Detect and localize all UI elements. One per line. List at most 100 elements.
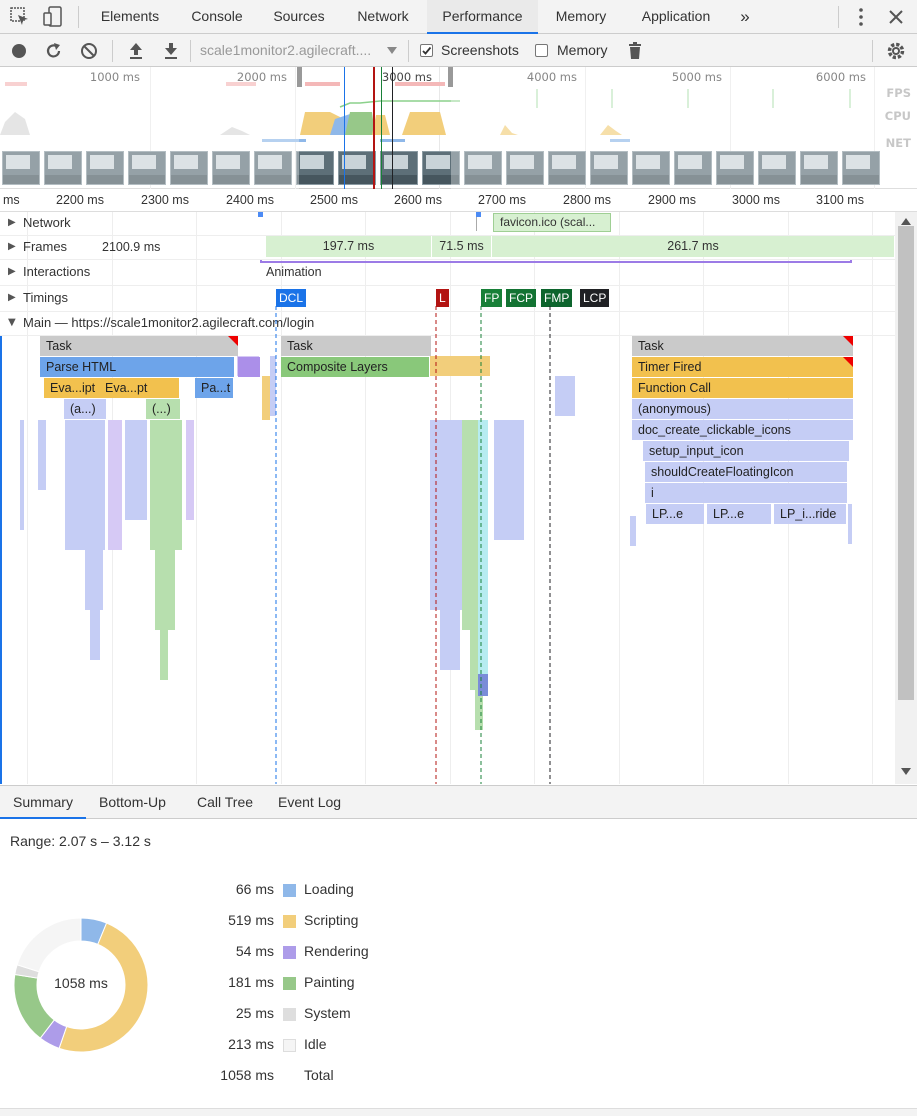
legend-value: 54 ms <box>235 943 274 959</box>
expand-triangle-icon[interactable]: ▶ <box>8 266 16 277</box>
tab-console[interactable]: Console <box>180 0 254 34</box>
legend-category: Painting <box>304 974 355 990</box>
device-toolbar-icon[interactable] <box>43 6 63 28</box>
ruler-tick: 3000 ms <box>732 193 780 207</box>
overview-dim-left <box>0 67 299 189</box>
frame-box[interactable]: 197.7 ms <box>265 236 431 257</box>
selection-handle-left[interactable] <box>297 67 302 87</box>
ruler-tick: 2400 ms <box>226 193 274 207</box>
network-track[interactable]: ▶ Network favicon.ico (scal... <box>0 212 895 236</box>
scrollbar-thumb[interactable] <box>898 226 914 700</box>
legend-swatch <box>283 977 296 990</box>
ruler-tick: 2800 ms <box>563 193 611 207</box>
more-tabs-button[interactable]: » <box>732 0 758 34</box>
details-tab-bar: Summary Bottom-Up Call Tree Event Log <box>0 785 917 819</box>
tab-call-tree[interactable]: Call Tree <box>197 786 253 819</box>
tab-elements[interactable]: Elements <box>89 0 171 34</box>
ruler-tick: 2300 ms <box>141 193 189 207</box>
timing-marker-fp[interactable]: FP <box>481 289 503 307</box>
tab-sources[interactable]: Sources <box>263 0 335 34</box>
devtools-tab-bar: Elements Console Sources Network Perform… <box>0 0 917 34</box>
ruler-tick: 3100 ms <box>816 193 864 207</box>
legend-swatch <box>283 884 296 897</box>
frames-track[interactable]: ▶ Frames 2100.9 ms 197.7 ms 71.5 ms 261.… <box>0 236 895 260</box>
ruler-tick: ms <box>3 193 20 207</box>
ruler-tick: 2200 ms <box>56 193 104 207</box>
screenshots-checkbox[interactable] <box>420 44 433 57</box>
scroll-down-arrow-icon[interactable] <box>901 768 911 776</box>
ruler-tick: 2900 ms <box>648 193 696 207</box>
timings-track-label: Timings <box>23 290 69 305</box>
clear-icon[interactable] <box>80 42 98 60</box>
expand-triangle-icon[interactable]: ▶ <box>8 217 16 228</box>
tab-performance[interactable]: Performance <box>427 0 538 34</box>
network-track-label: Network <box>23 215 71 230</box>
kebab-menu-icon[interactable] <box>853 7 869 27</box>
devtools-window: Elements Console Sources Network Perform… <box>0 0 917 1116</box>
legend-category: Idle <box>304 1036 327 1052</box>
timing-marker-lines <box>275 306 551 784</box>
chevron-down-icon[interactable] <box>387 47 397 55</box>
reload-icon[interactable] <box>45 42 63 60</box>
expand-triangle-icon[interactable]: ▶ <box>8 292 16 303</box>
download-icon[interactable] <box>163 42 179 60</box>
legend-value: 519 ms <box>228 912 274 928</box>
legend-swatch <box>283 1008 296 1021</box>
range-label: Range: 2.07 s – 3.12 s <box>10 833 151 849</box>
gear-icon[interactable] <box>886 41 906 61</box>
toolbar-divider <box>190 40 191 62</box>
overview-dim-right <box>451 67 917 189</box>
tab-bottom-up[interactable]: Bottom-Up <box>99 786 166 819</box>
tab-summary[interactable]: Summary <box>0 786 86 819</box>
frame-duration: 2100.9 ms <box>102 240 161 254</box>
performance-toolbar: scale1monitor2.agilecraft.... Screenshot… <box>0 34 917 67</box>
expand-triangle-icon[interactable]: ▶ <box>8 241 16 252</box>
frame-box[interactable]: 261.7 ms <box>491 236 894 257</box>
scroll-up-arrow-icon[interactable] <box>901 218 911 226</box>
close-icon[interactable] <box>887 8 905 26</box>
timing-marker-l[interactable]: L <box>436 289 449 307</box>
inspect-element-icon[interactable] <box>10 7 30 27</box>
timeline-overview[interactable]: 1000 ms 2000 ms 3000 ms 4000 ms 5000 ms … <box>0 67 917 189</box>
tab-memory[interactable]: Memory <box>544 0 618 34</box>
timing-marker-lcp[interactable]: LCP <box>580 289 610 307</box>
legend-category: Loading <box>304 881 354 897</box>
checkmark-icon <box>422 46 432 55</box>
donut-total: 1058 ms <box>54 975 108 991</box>
animation-interaction[interactable]: Animation <box>266 265 322 279</box>
summary-legend-row: 25 ms System <box>180 1005 480 1025</box>
trash-icon[interactable] <box>627 41 643 61</box>
frames-track-label: Frames <box>23 239 68 254</box>
legend-swatch <box>283 946 296 959</box>
profile-select[interactable]: scale1monitor2.agilecraft.... <box>200 34 371 67</box>
timing-marker-fcp[interactable]: FCP <box>506 289 536 307</box>
ruler-tick: 2600 ms <box>394 193 442 207</box>
donut-slice-idle <box>16 917 82 973</box>
timing-marker-fmp[interactable]: FMP <box>541 289 573 307</box>
flame-chart-scrollbar[interactable] <box>895 212 917 784</box>
legend-value: 25 ms <box>235 1005 274 1021</box>
summary-legend-row: 66 ms Loading <box>180 881 480 901</box>
timing-marker-dcl[interactable]: DCL <box>276 289 307 307</box>
tab-network[interactable]: Network <box>344 0 422 34</box>
toolbar-divider <box>112 40 113 62</box>
network-request-favicon[interactable]: favicon.ico (scal... <box>493 213 611 232</box>
legend-category: Total <box>304 1067 334 1083</box>
memory-checkbox[interactable] <box>535 44 548 57</box>
legend-value: 213 ms <box>228 1036 274 1052</box>
legend-category: Rendering <box>304 943 369 959</box>
frame-box[interactable]: 71.5 ms <box>431 236 491 257</box>
tab-application[interactable]: Application <box>628 0 724 34</box>
ruler-tick: 2500 ms <box>310 193 358 207</box>
legend-value: 66 ms <box>235 881 274 897</box>
upload-icon[interactable] <box>128 42 144 60</box>
interactions-track[interactable]: ▶ Interactions Animation <box>0 260 895 286</box>
screenshots-label: Screenshots <box>441 42 519 58</box>
summary-legend-row: 181 ms Painting <box>180 974 480 994</box>
legend-category: System <box>304 1005 351 1021</box>
summary-legend-row: 213 ms Idle <box>180 1036 480 1056</box>
selection-handle-right[interactable] <box>448 67 453 87</box>
summary-legend-row: 1058 ms Total <box>180 1067 480 1087</box>
record-icon[interactable] <box>11 43 27 59</box>
tab-event-log[interactable]: Event Log <box>278 786 341 819</box>
